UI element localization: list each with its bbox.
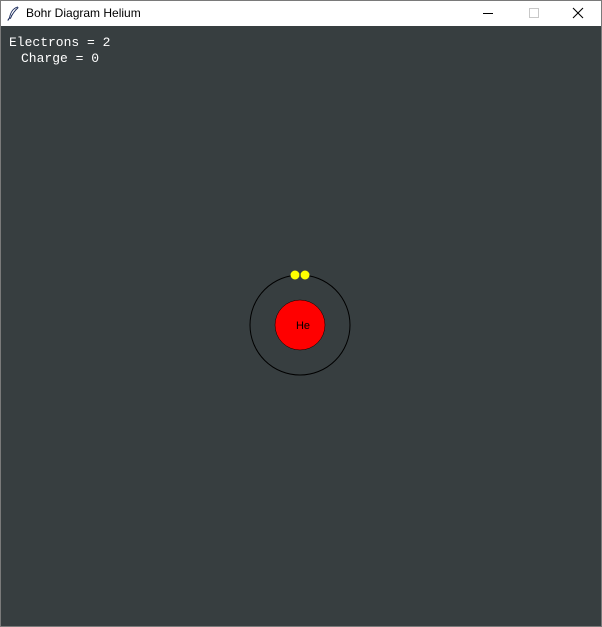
app-window: Bohr Diagram Helium Electrons = 2 Charge…	[0, 0, 602, 627]
minimize-icon	[483, 13, 493, 14]
maximize-button[interactable]	[511, 1, 557, 26]
minimize-button[interactable]	[465, 1, 511, 26]
close-button[interactable]	[555, 1, 601, 26]
maximize-icon	[529, 8, 539, 18]
bohr-canvas: Electrons = 2 Charge = 0 He	[1, 26, 601, 626]
close-icon	[572, 7, 584, 19]
bohr-diagram: He	[249, 270, 351, 376]
title-bar[interactable]: Bohr Diagram Helium	[1, 1, 601, 26]
element-symbol: He	[296, 320, 310, 332]
electron	[290, 270, 300, 280]
electron	[300, 270, 310, 280]
feather-icon	[6, 6, 20, 21]
window-title: Bohr Diagram Helium	[26, 6, 141, 20]
